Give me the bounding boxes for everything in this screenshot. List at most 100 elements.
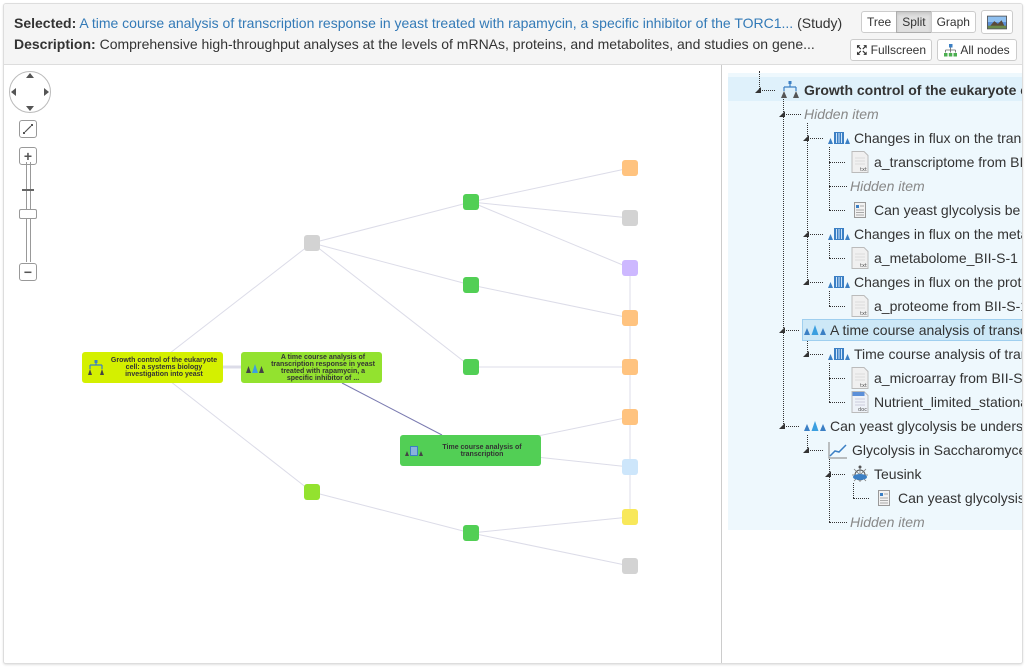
txt-file-icon: txt [850,247,870,269]
tree-connector [829,186,847,187]
tree-connector [807,354,823,355]
graph-node-a2[interactable] [463,277,479,293]
fullscreen-button[interactable]: Fullscreen [850,39,932,61]
graph-pane[interactable]: Growth control of the eukaryote cell: a … [4,65,722,663]
graph-edge [311,491,472,534]
selected-line: Selected: A time course analysis of tran… [14,15,842,31]
assay-icon [405,445,423,456]
graph-node-f3[interactable] [622,260,638,276]
expand-toggle-icon[interactable] [803,135,809,141]
graph-node-g1[interactable] [304,235,320,251]
graph-node-f9[interactable] [622,558,638,574]
graph-node-f7[interactable] [622,459,638,475]
tree-item-hidden[interactable]: Hidden item [804,103,879,125]
tree-item-hidden[interactable]: Hidden item [850,175,925,197]
tree-item[interactable]: Can yeast glycolysis be [874,487,1023,509]
tree-item-label: a_metabolome_BII-S-1 [874,250,1018,266]
expand-toggle-icon[interactable] [803,447,809,453]
image-icon [987,15,1007,29]
all-nodes-button[interactable]: All nodes [937,39,1017,61]
investigation-icon [88,359,104,375]
view-mode-group: Tree Split Graph [861,11,976,33]
tree-connector [829,210,845,211]
graph-view-button[interactable]: Graph [930,11,976,33]
tree-item[interactable]: Changes in flux on the proteome [828,271,1022,293]
tree-item[interactable]: Can yeast glycolysis be und [850,199,1022,221]
graph-node-root[interactable]: Growth control of the eukaryote cell: a … [82,352,223,383]
export-image-button[interactable] [981,10,1013,34]
tree-item[interactable]: Changes in flux on the metabolo [828,223,1022,245]
expand-toggle-icon[interactable] [803,279,809,285]
tree-item[interactable]: Can yeast glycolysis be understood [804,415,1023,437]
tree-item-label: Hidden item [850,178,925,194]
selected-title-link[interactable]: A time course analysis of transcription … [79,15,793,31]
assay-icon [828,272,850,292]
graph-node-f4[interactable] [622,310,638,326]
tree-item[interactable]: txt a_microarray from BII-S-2 [850,367,1022,389]
graph-node-assay1[interactable]: Time course analysis of transcription [400,435,541,466]
fit-expand-icon [23,124,33,134]
tree-item[interactable]: txt a_transcriptome from BII-S- [850,151,1023,173]
tree-item[interactable]: txt a_proteome from BII-S-1 [850,295,1023,317]
graph-node-a4[interactable] [463,525,479,541]
graph-node-a3[interactable] [463,359,479,375]
graph-node-f2[interactable] [622,210,638,226]
graph-node-f6[interactable] [622,409,638,425]
tree-item[interactable]: txt a_metabolome_BII-S-1 [850,247,1018,269]
tree-item-label: Growth control of the eukaryote cell: [804,82,1022,98]
expand-toggle-icon[interactable] [779,327,785,333]
description-line: Description: Comprehensive high-throughp… [14,36,815,52]
zoom-slider-handle[interactable] [19,209,37,219]
document-icon [874,488,894,508]
expand-toggle-icon[interactable] [803,351,809,357]
expand-toggle-icon[interactable] [825,471,831,477]
graph-edge [311,201,472,244]
selected-type: (Study) [797,15,843,31]
tree-item[interactable]: Changes in flux on the transcrip [828,127,1022,149]
tree-item-label: Can yeast glycolysis be [898,490,1023,506]
tree-connector-vertical [759,71,760,89]
tree-item-label: Nutrient_limited_stationary [874,394,1022,410]
tree-item[interactable]: Glycolysis in Saccharomyces ce [828,439,1022,461]
assay-icon [828,344,850,364]
zoom-out-button[interactable]: − [19,263,37,281]
tree-item[interactable]: Growth control of the eukaryote cell: [780,79,1022,101]
graph-node-g2[interactable] [304,484,320,500]
tree-item[interactable]: A time course analysis of transcripti [802,319,1022,341]
graph-node-f5[interactable] [622,359,638,375]
expand-toggle-icon[interactable] [755,87,761,93]
graph-node-study1[interactable]: A time course analysis of transcription … [241,352,382,383]
pan-arrows-icon [11,73,49,111]
tree-item[interactable]: doc Nutrient_limited_stationary [850,391,1022,413]
zoom-slider-mark [22,189,34,191]
tree-item[interactable]: Time course analysis of transcri [828,343,1022,365]
tree-item-label: Changes in flux on the transcrip [854,130,1022,146]
tree-item-label: Changes in flux on the proteome [854,274,1022,290]
fit-graph-button[interactable] [19,120,37,138]
tree-connector [829,162,845,163]
document-icon [850,200,870,220]
tree-view-button[interactable]: Tree [861,11,898,33]
graph-node-f8[interactable] [622,509,638,525]
graph-edge [151,366,313,493]
tree-item-label: a_proteome from BII-S-1 [874,298,1023,314]
tree-item-hidden[interactable]: Hidden item [850,511,925,533]
pan-control[interactable] [9,71,51,113]
assay-icon [828,224,850,244]
tree-connector-vertical [783,99,784,426]
graph-node-a1[interactable] [463,194,479,210]
expand-toggle-icon[interactable] [803,231,809,237]
tree-item-label: a_transcriptome from BII-S- [874,154,1023,170]
tree-connector [853,498,869,499]
graph-node-label: Growth control of the eukaryote cell: a … [110,357,218,378]
tree-item-label: Glycolysis in Saccharomyces ce [852,442,1022,458]
assay-node-icon [405,445,423,457]
expand-toggle-icon[interactable] [779,111,785,117]
tree-connector-vertical [829,243,830,258]
graph-node-label: Time course analysis of transcription [442,443,522,458]
expand-toggle-icon[interactable] [779,423,785,429]
split-view-button[interactable]: Split [896,11,932,33]
graph-node-f1[interactable] [622,160,638,176]
tree-item-label: Can yeast glycolysis be understood [830,418,1023,434]
tree-item[interactable]: Teusink [850,463,921,485]
